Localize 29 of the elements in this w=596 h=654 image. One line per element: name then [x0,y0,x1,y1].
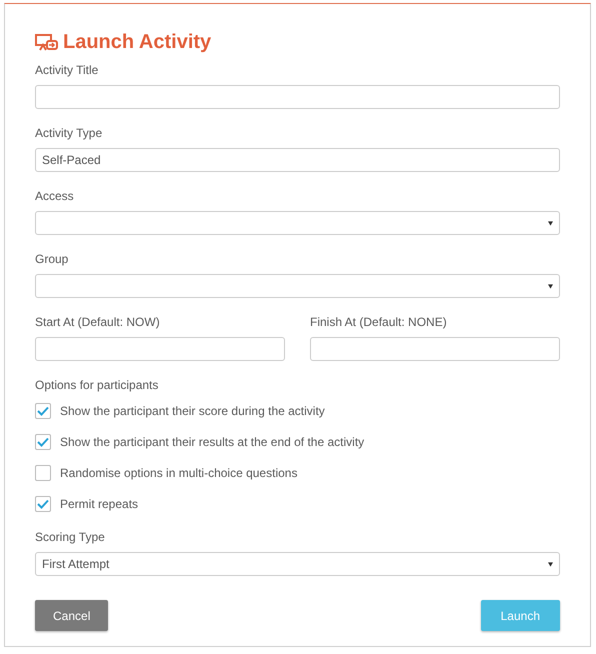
dropdown-field[interactable]: First Attempt [35,552,560,576]
dropdown-caret-icon [548,220,553,226]
section-heading: Options for participants [35,377,160,393]
checkbox-label: Show the participant their score during the activity [60,404,325,418]
dropdown-field[interactable] [35,274,560,298]
checkbox[interactable] [35,496,51,512]
field-label: Access [35,188,75,204]
input-field[interactable] [35,85,560,109]
field-label: Scoring Type [35,529,106,545]
checkbox-label: Permit repeats [60,497,138,511]
checkbox-label: Show the participant their results at the end of the activity [60,435,364,449]
checkbox[interactable] [35,465,51,481]
field-label: Group [35,251,70,267]
dialog-title: Launch Activity [63,30,212,54]
checkbox-label: Randomise options in multi-choice questions [60,466,298,480]
input-field[interactable] [310,337,560,361]
input-field[interactable]: Self-Paced [35,148,560,172]
checkbox[interactable] [35,403,51,419]
dropdown-field[interactable] [35,211,560,235]
field-label: Activity Type [35,125,104,141]
cancel-button[interactable]: Cancel [35,600,108,631]
field-label: Finish At (Default: NONE) [310,314,448,330]
field-label: Start At (Default: NOW) [35,314,161,330]
checkbox[interactable] [35,434,51,450]
dropdown-caret-icon [548,284,553,288]
presentation-icon [35,33,59,51]
dropdown-caret-icon [548,562,553,566]
input-field[interactable] [35,337,285,361]
field-label: Activity Title [35,62,100,78]
